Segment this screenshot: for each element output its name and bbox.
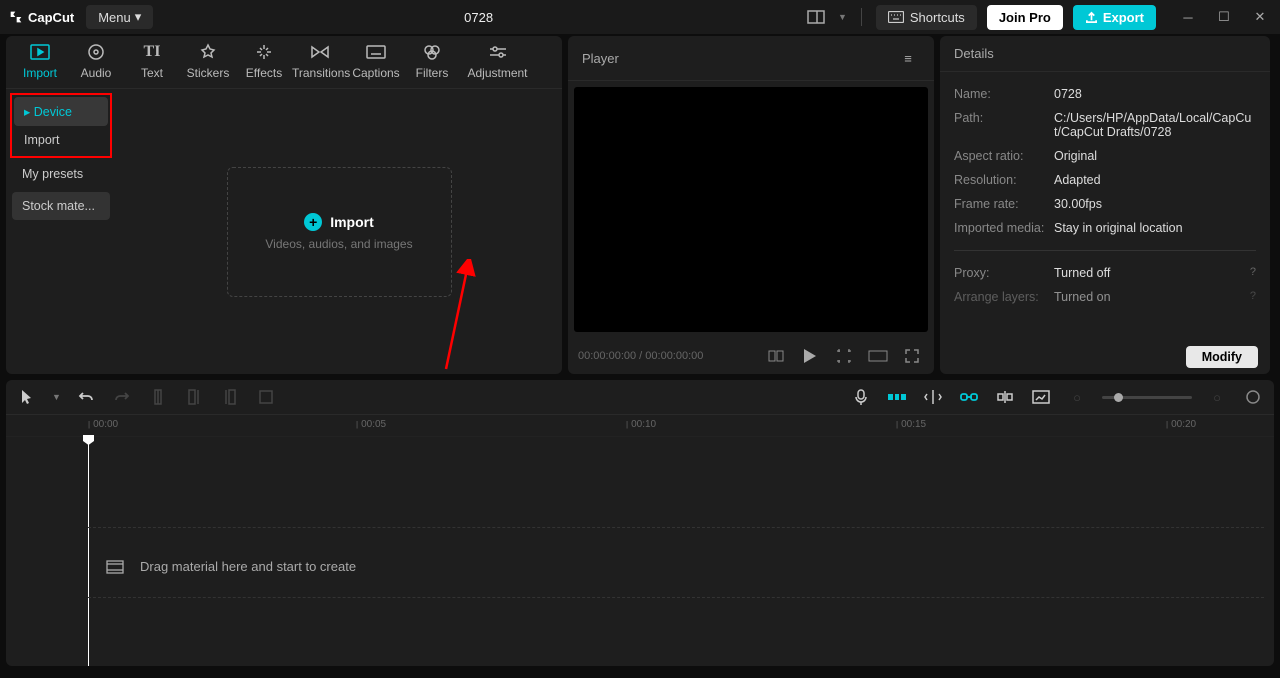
link-icon[interactable] xyxy=(958,386,980,408)
zoom-fit-icon[interactable] xyxy=(1242,386,1264,408)
details-title: Details xyxy=(954,46,994,61)
tab-captions[interactable]: Captions xyxy=(348,36,404,88)
split-icon[interactable] xyxy=(147,386,169,408)
maximize-icon[interactable]: ☐ xyxy=(1212,5,1236,29)
source-device[interactable]: ▸ Device xyxy=(14,97,108,126)
ratio-icon[interactable] xyxy=(866,344,890,368)
import-dropzone[interactable]: + Import Videos, audios, and images xyxy=(227,167,452,297)
zoom-in-icon[interactable]: ○ xyxy=(1206,386,1228,408)
menu-button[interactable]: Menu ▾ xyxy=(86,5,153,29)
highlight-box: ▸ Device Import xyxy=(10,93,112,158)
timeline-tracks[interactable]: Drag material here and start to create xyxy=(6,437,1274,666)
tab-import[interactable]: Import xyxy=(12,36,68,88)
layout-icon[interactable] xyxy=(804,5,828,29)
player-viewport[interactable] xyxy=(574,87,928,332)
hamburger-icon[interactable]: ≡ xyxy=(896,46,920,70)
clip-icon xyxy=(106,560,124,574)
source-import[interactable]: Import xyxy=(14,126,108,154)
tab-stickers[interactable]: Stickers xyxy=(180,36,236,88)
app-logo: CapCut xyxy=(8,9,74,25)
delete-icon[interactable] xyxy=(255,386,277,408)
modify-button[interactable]: Modify xyxy=(1186,346,1258,368)
chevron-down-icon[interactable]: ▼ xyxy=(52,392,61,402)
chevron-down-icon: ▾ xyxy=(135,9,142,25)
undo-icon[interactable] xyxy=(75,386,97,408)
help-icon[interactable]: ? xyxy=(1250,266,1256,280)
project-title: 0728 xyxy=(153,10,804,25)
source-stock[interactable]: Stock mate... xyxy=(12,192,110,220)
media-tabs: Import Audio TIText Stickers Effects Tra… xyxy=(6,36,562,89)
titlebar: CapCut Menu ▾ 0728 ▼ Shortcuts Join Pro … xyxy=(0,0,1280,34)
media-panel: Import Audio TIText Stickers Effects Tra… xyxy=(6,36,562,374)
timeline-toolbar: ▼ ○ ○ xyxy=(6,380,1274,415)
auto-snap-icon[interactable] xyxy=(922,386,944,408)
zoom-slider[interactable] xyxy=(1102,396,1192,399)
cover-icon[interactable] xyxy=(1030,386,1052,408)
help-icon[interactable]: ? xyxy=(1250,290,1256,304)
plus-icon: + xyxy=(304,213,322,231)
zoom-out-icon[interactable]: ○ xyxy=(1066,386,1088,408)
timeline-panel: ▼ ○ ○ 00:00 00:05 00:10 00:15 00:20 Drag… xyxy=(6,380,1274,666)
details-panel: Details Name:0728 Path:C:/Users/HP/AppDa… xyxy=(940,36,1270,374)
source-presets[interactable]: My presets xyxy=(12,160,110,188)
pointer-icon[interactable] xyxy=(16,386,38,408)
player-panel: Player ≡ 00:00:00:00 / 00:00:00:00 xyxy=(568,36,934,374)
timeline-ruler[interactable]: 00:00 00:05 00:10 00:15 00:20 xyxy=(6,415,1274,437)
minimize-icon[interactable]: ─ xyxy=(1176,5,1200,29)
compare-icon[interactable] xyxy=(764,344,788,368)
delete-right-icon[interactable] xyxy=(219,386,241,408)
tab-effects[interactable]: Effects xyxy=(236,36,292,88)
preview-axis-icon[interactable] xyxy=(994,386,1016,408)
titlebar-right: ▼ Shortcuts Join Pro Export ─ ☐ ✕ xyxy=(804,5,1272,30)
tab-adjustment[interactable]: Adjustment xyxy=(460,36,535,88)
playhead[interactable] xyxy=(88,437,89,666)
timeline-hint: Drag material here and start to create xyxy=(106,559,356,574)
frame-icon[interactable] xyxy=(832,344,856,368)
redo-icon[interactable] xyxy=(111,386,133,408)
source-list: ▸ Device Import My presets Stock mate... xyxy=(6,89,116,374)
shortcuts-button[interactable]: Shortcuts xyxy=(876,5,977,30)
delete-left-icon[interactable] xyxy=(183,386,205,408)
export-button[interactable]: Export xyxy=(1073,5,1156,30)
tab-audio[interactable]: Audio xyxy=(68,36,124,88)
play-icon[interactable] xyxy=(798,344,822,368)
tab-filters[interactable]: Filters xyxy=(404,36,460,88)
chevron-down-icon[interactable]: ▼ xyxy=(838,12,847,22)
tab-text[interactable]: TIText xyxy=(124,36,180,88)
player-timecode: 00:00:00:00 / 00:00:00:00 xyxy=(578,350,754,362)
fullscreen-icon[interactable] xyxy=(900,344,924,368)
close-icon[interactable]: ✕ xyxy=(1248,5,1272,29)
join-pro-button[interactable]: Join Pro xyxy=(987,5,1063,30)
magnet-main-icon[interactable] xyxy=(886,386,908,408)
mic-icon[interactable] xyxy=(850,386,872,408)
tab-transitions[interactable]: Transitions xyxy=(292,36,348,88)
player-title: Player xyxy=(582,51,619,66)
import-area: + Import Videos, audios, and images xyxy=(116,89,562,374)
